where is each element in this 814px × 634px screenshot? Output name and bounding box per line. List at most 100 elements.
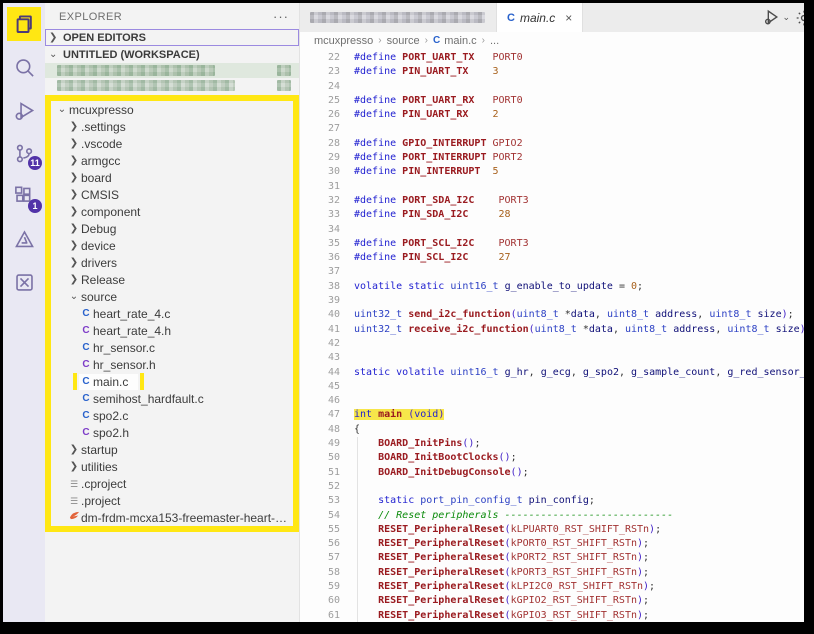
tree-item-drivers[interactable]: ❯drivers (51, 254, 293, 271)
line-number: 23 (300, 65, 340, 79)
line-number: 41 (300, 323, 340, 337)
launch-file-icon (67, 510, 81, 525)
redacted-tree-item[interactable] (45, 78, 299, 93)
code-line-54: 54 // Reset peripherals ----------------… (300, 509, 804, 523)
run-file-button[interactable] (763, 9, 780, 26)
line-number: 31 (300, 180, 340, 194)
boxed-x-icon (13, 271, 36, 294)
line-number: 24 (300, 80, 340, 94)
tab-redacted[interactable] (300, 3, 497, 32)
breadcrumb-item[interactable]: ... (490, 35, 499, 47)
tree-item--settings[interactable]: ❯.settings (51, 118, 293, 135)
explorer-header: EXPLORER ··· (45, 3, 299, 29)
line-number: 56 (300, 537, 340, 551)
code-line-57: 57 RESET_PeripheralReset(kPORT2_RST_SHIF… (300, 551, 804, 565)
activity-item-source-control[interactable]: 11 (7, 136, 41, 170)
tree-item-debug[interactable]: ❯Debug (51, 220, 293, 237)
tree-item--cproject[interactable]: ☰.cproject (51, 475, 293, 492)
code-line-24: 24 (300, 80, 804, 94)
redacted-badge (277, 80, 291, 91)
code-editor[interactable]: 22#define PORT_UART_TX PORT023#define PI… (300, 49, 804, 622)
tree-item-label: Release (81, 273, 129, 287)
settings-gear-icon[interactable] (795, 9, 804, 27)
breadcrumb-label: source (387, 35, 420, 47)
tree-item--project[interactable]: ☰.project (51, 492, 293, 509)
tree-item-main-c[interactable]: Cmain.c (51, 373, 293, 390)
tree-item-spo2-h[interactable]: Cspo2.h (51, 424, 293, 441)
line-number: 29 (300, 151, 340, 165)
tree-item-label: hr_sensor.h (93, 358, 160, 372)
redacted-tree-item[interactable] (45, 63, 299, 78)
chevron-right-icon: ❯ (67, 206, 81, 217)
code-line-23: 23#define PIN_UART_TX 3 (300, 65, 804, 79)
tree-item-board[interactable]: ❯board (51, 169, 293, 186)
h-file-icon: C (79, 426, 93, 440)
triangle-a-icon (13, 228, 36, 251)
more-actions-icon[interactable]: ··· (273, 13, 289, 21)
tree-item-spo2-c[interactable]: Cspo2.c (51, 407, 293, 424)
tree-item-component[interactable]: ❯component (51, 203, 293, 220)
breadcrumb-separator: › (425, 35, 428, 46)
code-line-28: 28#define GPIO_INTERRUPT GPIO2 (300, 137, 804, 151)
activity-item-test-tool[interactable] (7, 222, 41, 256)
line-number: 22 (300, 51, 340, 65)
line-number: 57 (300, 551, 340, 565)
tree-item-label: semihost_hardfault.c (93, 392, 208, 406)
activity-item-explorer[interactable] (7, 7, 41, 41)
tree-item-label: board (81, 171, 116, 185)
tree-item-dm-frdm-mcxa153-freemaster-heart-rate-linkser-[interactable]: dm-frdm-mcxa153-freemaster-heart-rate Li… (51, 509, 293, 526)
chevron-right-icon: ❯ (67, 240, 81, 251)
tree-item-utilities[interactable]: ❯utilities (51, 458, 293, 475)
activity-item-search[interactable] (7, 50, 41, 84)
tree-item-cmsis[interactable]: ❯CMSIS (51, 186, 293, 203)
line-number: 38 (300, 280, 340, 294)
line-number: 34 (300, 223, 340, 237)
activity-item-extensions[interactable]: 1 (7, 179, 41, 213)
tree-item-heart-rate-4-c[interactable]: Cheart_rate_4.c (51, 305, 293, 322)
tree-item-label: CMSIS (81, 188, 123, 202)
tree-item-hr-sensor-c[interactable]: Chr_sensor.c (51, 339, 293, 356)
code-line-33: 33#define PIN_SDA_I2C 28 (300, 208, 804, 222)
line-content: RESET_PeripheralReset(kPORT0_RST_SHIFT_R… (340, 537, 804, 551)
workspace-section[interactable]: ⌄ UNTITLED (WORKSPACE) (45, 46, 299, 63)
badge: 11 (28, 156, 42, 170)
chevron-right-icon: ❯ (67, 444, 81, 455)
line-content: volatile static uint16_t g_enable_to_upd… (340, 280, 804, 294)
tab-main-c[interactable]: C main.c × (497, 3, 583, 32)
chevron-right-icon: ❯ (67, 461, 81, 472)
line-number: 36 (300, 251, 340, 265)
tree-item-heart-rate-4-h[interactable]: Cheart_rate_4.h (51, 322, 293, 339)
breadcrumb-item[interactable]: source (387, 35, 420, 47)
tab-bar: C main.c × ⌄ (300, 3, 804, 32)
line-content: #define PORT_UART_RX PORT0 (340, 94, 804, 108)
tree-item-label: .vscode (81, 137, 126, 151)
code-line-55: 55 RESET_PeripheralReset(kLPUART0_RST_SH… (300, 523, 804, 537)
tree-item-semihost-hardfault-c[interactable]: Csemihost_hardfault.c (51, 390, 293, 407)
chevron-right-icon: ❯ (67, 189, 81, 200)
line-content (340, 380, 804, 394)
c-file-icon: C (507, 12, 515, 24)
tree-item-device[interactable]: ❯device (51, 237, 293, 254)
breadcrumb-item[interactable]: mcuxpresso (314, 35, 373, 47)
close-icon[interactable]: × (565, 11, 572, 25)
line-content: BOARD_InitPins(); (340, 437, 804, 451)
tree-item-release[interactable]: ❯Release (51, 271, 293, 288)
tree-item-source[interactable]: ⌄source (51, 288, 293, 305)
line-number: 58 (300, 566, 340, 580)
screenshot-frame: 111 EXPLORER ··· ❯ OPEN EDITORS ⌄ UNTITL… (0, 0, 814, 634)
activity-item-run-debug[interactable] (7, 93, 41, 127)
tree-item-mcuxpresso[interactable]: ⌄mcuxpresso (51, 101, 293, 118)
line-content (340, 223, 804, 237)
h-file-icon: C (79, 324, 93, 338)
breadcrumb-item[interactable]: Cmain.c (433, 35, 477, 47)
tree-item-label: drivers (81, 256, 121, 270)
tree-item-hr-sensor-h[interactable]: Chr_sensor.h (51, 356, 293, 373)
tree-item--vscode[interactable]: ❯.vscode (51, 135, 293, 152)
tree-item-startup[interactable]: ❯startup (51, 441, 293, 458)
tree-item-armgcc[interactable]: ❯armgcc (51, 152, 293, 169)
open-editors-section[interactable]: ❯ OPEN EDITORS (45, 29, 299, 46)
run-dropdown-chevron-icon[interactable]: ⌄ (782, 12, 790, 23)
tree-item-label: utilities (81, 460, 122, 474)
activity-item-x-extension[interactable] (7, 265, 41, 299)
code-line-41: 41uint32_t receive_i2c_function(uint8_t … (300, 323, 804, 337)
